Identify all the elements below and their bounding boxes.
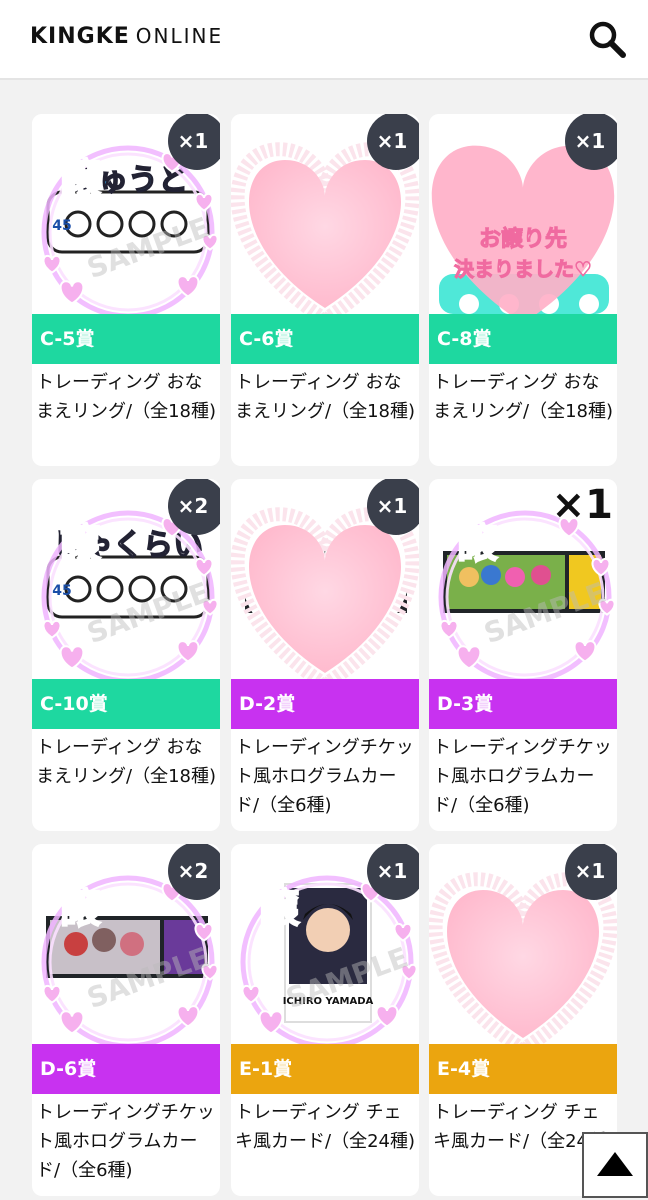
prize-title: トレーディング チェキ風カード/（全24種) bbox=[235, 1102, 415, 1152]
prize-card[interactable]: 譲 SAMPLE ×1 D-3賞 トレーディングチケット風ホログラムカード/（全… bbox=[429, 479, 617, 831]
prize-card[interactable]: ICHIRO YAMADA 譲 SAMPLE ×1 E-1賞 トレーディング チ… bbox=[231, 844, 419, 1196]
quantity-badge: ×1 bbox=[551, 482, 613, 528]
quantity-badge: ×1 bbox=[565, 844, 617, 900]
prize-title: トレーディング おなまえリング/（全18種) bbox=[433, 372, 613, 422]
yuzuru-text: 譲 bbox=[60, 521, 101, 567]
prize-rank-label: C-6賞 bbox=[231, 314, 419, 364]
quantity-badge: ×1 bbox=[367, 479, 419, 535]
prize-rank-label: D-3賞 bbox=[429, 679, 617, 729]
prize-card[interactable]: じゃくらい 45 譲 SAMPLE ×2 C-10賞 トレーディング おなまえリ… bbox=[32, 479, 220, 831]
app-header: KINGKE ONLINE bbox=[0, 0, 648, 80]
prize-card[interactable]: お譲り先 決まりました♡ ×1 C-8賞 トレーディング おなまえリング/（全1… bbox=[429, 114, 617, 466]
yuzuru-text: 譲 bbox=[457, 521, 498, 567]
prize-card[interactable]: ×1 C-6賞 トレーディング おなまえリング/（全18種) bbox=[231, 114, 419, 466]
quantity-badge: ×1 bbox=[565, 114, 617, 170]
logo-main-text: KINGKE bbox=[30, 23, 130, 49]
quantity-badge: ×1 bbox=[367, 844, 419, 900]
quantity-badge: ×2 bbox=[168, 844, 220, 900]
prize-card[interactable]: じゅうと 45 譲 SAMPLE ×1 C-5賞 トレーディング おなまえリング… bbox=[32, 114, 220, 466]
prize-title: トレーディングチケット風ホログラムカード/（全6種) bbox=[433, 737, 612, 816]
prize-rank-label: C-5賞 bbox=[32, 314, 220, 364]
triangle-up-icon bbox=[597, 1152, 633, 1176]
done-line1-text: お譲り先 bbox=[479, 226, 567, 252]
prize-card[interactable]: ×1 D-2賞 トレーディングチケット風ホログラムカード/（全6種) bbox=[231, 479, 419, 831]
prize-title: トレーディング おなまえリング/（全18種) bbox=[36, 372, 216, 422]
prize-rank-label: E-4賞 bbox=[429, 1044, 617, 1094]
quantity-badge: ×1 bbox=[168, 114, 220, 170]
yuzuru-text: 譲 bbox=[60, 886, 101, 932]
svg-text:45: 45 bbox=[52, 583, 71, 599]
search-icon bbox=[589, 21, 626, 58]
prize-title: トレーディングチケット風ホログラムカード/（全6種) bbox=[36, 1102, 215, 1181]
prize-title: トレーディング おなまえリング/（全18種) bbox=[235, 372, 415, 422]
svg-text:45: 45 bbox=[52, 218, 71, 234]
search-button[interactable] bbox=[586, 18, 628, 60]
quantity-badge: ×2 bbox=[168, 479, 220, 535]
prize-rank-label: D-6賞 bbox=[32, 1044, 220, 1094]
scroll-to-top-button[interactable] bbox=[582, 1132, 648, 1198]
prize-title: トレーディングチケット風ホログラムカード/（全6種) bbox=[235, 737, 414, 816]
prize-rank-label: C-10賞 bbox=[32, 679, 220, 729]
logo-sub-text: ONLINE bbox=[135, 24, 224, 48]
done-line2-text: 決まりました♡ bbox=[454, 257, 592, 281]
yuzuru-text: 譲 bbox=[60, 156, 101, 202]
quantity-badge: ×1 bbox=[367, 114, 419, 170]
prize-rank-label: C-8賞 bbox=[429, 314, 617, 364]
yuzuru-text: 譲 bbox=[259, 886, 300, 932]
prize-title: トレーディング おなまえリング/（全18種) bbox=[36, 737, 216, 787]
prize-rank-label: E-1賞 bbox=[231, 1044, 419, 1094]
kingkuji-logo[interactable]: KINGKE ONLINE bbox=[30, 22, 223, 50]
prize-rank-label: D-2賞 bbox=[231, 679, 419, 729]
prize-card[interactable]: 譲 SAMPLE ×2 D-6賞 トレーディングチケット風ホログラムカード/（全… bbox=[32, 844, 220, 1196]
